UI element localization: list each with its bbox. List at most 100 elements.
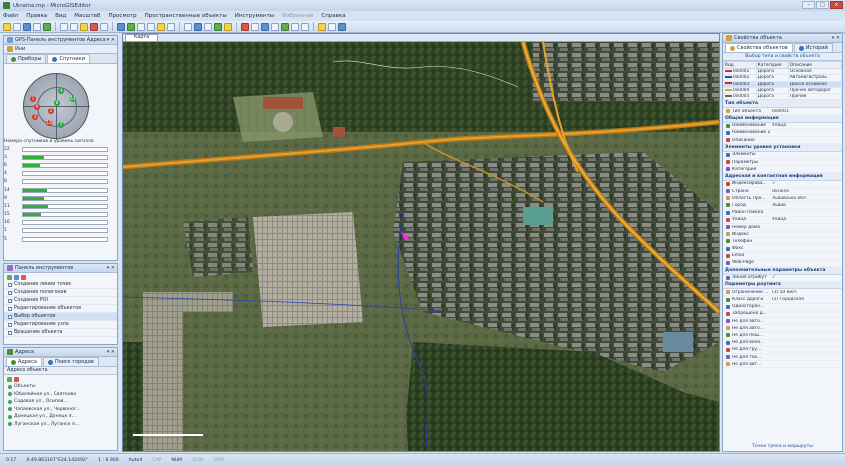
property-row[interactable]: Факс bbox=[723, 245, 842, 253]
toolbar-tool-icon[interactable] bbox=[100, 22, 108, 31]
toolbar-tool-icon[interactable] bbox=[70, 22, 78, 31]
toolbar-tool-icon[interactable] bbox=[204, 22, 212, 31]
toolbar-tool-icon[interactable] bbox=[241, 22, 249, 31]
address-item[interactable]: Чапаевская ул., Червоног... bbox=[4, 406, 117, 414]
property-row[interactable]: Односторон... bbox=[723, 304, 842, 311]
toolbar-tool-icon[interactable] bbox=[338, 22, 346, 31]
property-row[interactable]: Не для гру... bbox=[723, 347, 842, 354]
toolbar-tool-icon[interactable] bbox=[291, 22, 299, 31]
menu-item-7[interactable]: Избранное bbox=[282, 13, 313, 19]
menu-item-2[interactable]: Вид bbox=[55, 13, 66, 19]
tool-item[interactable]: Вращение объекта bbox=[4, 329, 117, 337]
toolbar-tool-icon[interactable] bbox=[184, 22, 192, 31]
panel-pin-close-icon[interactable]: ▾ ✕ bbox=[832, 35, 840, 41]
menu-item-1[interactable]: Правка bbox=[26, 13, 47, 19]
property-value[interactable]: (2) Городская bbox=[772, 297, 842, 302]
menu-item-8[interactable]: Справка bbox=[321, 13, 345, 19]
tab-map[interactable]: Карта bbox=[125, 34, 159, 41]
toolbar-tool-icon[interactable] bbox=[281, 22, 289, 31]
toolbar-tool-icon[interactable] bbox=[80, 22, 88, 31]
toolbar-tool-icon[interactable] bbox=[318, 22, 326, 31]
grid-column-header[interactable]: Код bbox=[723, 61, 757, 69]
tab-satellites[interactable]: Спутники bbox=[47, 54, 90, 63]
tool-item[interactable]: Выбор объектов bbox=[4, 313, 117, 321]
property-value[interactable]: Львовська обл. bbox=[772, 196, 842, 201]
property-value[interactable]: ✓ bbox=[772, 181, 842, 186]
add-address-icon[interactable] bbox=[7, 376, 12, 382]
property-row[interactable]: Индексирова... ✓ bbox=[723, 181, 842, 188]
menu-item-5[interactable]: Пространственные объекты bbox=[145, 13, 227, 19]
tab-city-search[interactable]: Поиск городов bbox=[42, 357, 99, 366]
panel-pin-close-icon[interactable]: ▾ ✕ bbox=[107, 37, 115, 43]
toolbar-tool-icon[interactable] bbox=[117, 22, 125, 31]
toolbar-tool-icon[interactable] bbox=[194, 22, 202, 31]
property-row[interactable]: Город Львов bbox=[723, 202, 842, 210]
toolbar-tool-icon[interactable] bbox=[214, 22, 222, 31]
property-row[interactable]: Запрещено д... bbox=[723, 311, 842, 318]
property-row[interactable]: Не для вело... bbox=[723, 340, 842, 347]
property-row[interactable]: Индекс bbox=[723, 231, 842, 239]
table-row[interactable]: 0x0005 Дорога Прочие bbox=[723, 93, 842, 101]
property-section-header[interactable]: Адресная и контактная информация bbox=[723, 173, 842, 181]
property-section-header[interactable]: Параметры роутинга bbox=[723, 281, 842, 290]
property-row[interactable]: Описание bbox=[723, 137, 842, 145]
address-item[interactable]: Донецкая ул., Донецк я... bbox=[4, 413, 117, 421]
tool-item[interactable]: Создание линии точек bbox=[4, 281, 117, 289]
minimize-button[interactable]: – bbox=[802, 1, 815, 9]
tab-addresses[interactable]: Адреса bbox=[6, 357, 42, 366]
toolbar-tool-icon[interactable] bbox=[127, 22, 135, 31]
track-points-link[interactable]: Точки трека и маршруты bbox=[723, 444, 842, 449]
toolbar-tool-icon[interactable] bbox=[301, 22, 309, 31]
toolbar-tool-icon[interactable] bbox=[261, 22, 269, 31]
grid-column-header[interactable]: Описание bbox=[787, 61, 842, 69]
toolbar-tool-icon[interactable] bbox=[224, 22, 232, 31]
property-section-header[interactable]: Общая информация bbox=[723, 115, 842, 123]
property-value[interactable]: Ukraine bbox=[772, 189, 842, 194]
tool-item[interactable]: Создание полигонов bbox=[4, 289, 117, 297]
property-value[interactable]: 0x0001 bbox=[772, 109, 842, 114]
toolbar-tool-icon[interactable] bbox=[23, 22, 31, 31]
tool-item[interactable]: Редактирование объектов bbox=[4, 305, 117, 313]
toolbar-tool-icon[interactable] bbox=[13, 22, 21, 31]
property-row[interactable]: Web-Page bbox=[723, 260, 842, 268]
tool-c-icon[interactable] bbox=[21, 274, 26, 280]
property-section-header[interactable]: Дополнительные параметры объекта bbox=[723, 267, 842, 275]
property-section-header[interactable]: Тип объекта bbox=[723, 100, 842, 108]
toolbar-tool-icon[interactable] bbox=[137, 22, 145, 31]
property-row[interactable]: Класс дороги (2) Городская bbox=[723, 296, 842, 304]
address-item[interactable]: Юбилейная ул., Святково bbox=[4, 391, 117, 399]
address-item[interactable]: Садовая ул., Осипов... bbox=[4, 398, 117, 406]
property-row[interactable]: Категория bbox=[723, 166, 842, 174]
property-section-header[interactable]: Элементы уровня установки bbox=[723, 144, 842, 152]
toolbar-tool-icon[interactable] bbox=[271, 22, 279, 31]
property-row[interactable]: Тип объекта 0x0001 bbox=[723, 108, 842, 116]
property-row[interactable]: Не для так... bbox=[723, 354, 842, 362]
property-row[interactable]: Элементы bbox=[723, 152, 842, 159]
toolbar-tool-icon[interactable] bbox=[251, 22, 259, 31]
property-value[interactable]: ✓ bbox=[772, 275, 842, 280]
maximize-button[interactable]: □ bbox=[816, 1, 829, 9]
toolbar-tool-icon[interactable] bbox=[60, 22, 68, 31]
menu-item-0[interactable]: Файл bbox=[3, 13, 18, 19]
toolbar-tool-icon[interactable] bbox=[90, 22, 98, 31]
property-value[interactable]: Улица bbox=[772, 123, 842, 128]
toolbar-tool-icon[interactable] bbox=[3, 22, 11, 31]
tab-devices[interactable]: Приборы bbox=[6, 54, 47, 63]
property-row[interactable]: Не для авто... bbox=[723, 325, 842, 333]
property-value[interactable]: Улица bbox=[772, 217, 842, 222]
toolbar-tool-icon[interactable] bbox=[328, 22, 336, 31]
property-row[interactable]: Параметры bbox=[723, 159, 842, 167]
property-value[interactable]: (3) 50 км/ч bbox=[772, 290, 842, 295]
property-row[interactable]: Не для авто... bbox=[723, 318, 842, 326]
panel-pin-close-icon[interactable]: ▾ ✕ bbox=[107, 265, 115, 271]
property-row[interactable]: Телефон bbox=[723, 238, 842, 246]
satellite-map[interactable] bbox=[123, 42, 719, 451]
tab-history[interactable]: Историй bbox=[793, 43, 833, 52]
property-row[interactable]: Номер дома bbox=[723, 224, 842, 232]
tool-a-icon[interactable] bbox=[7, 274, 12, 280]
property-row[interactable]: Не для пеш... bbox=[723, 332, 842, 340]
grid-column-header[interactable]: Категория bbox=[755, 61, 789, 69]
property-row[interactable]: Наименование 2 bbox=[723, 130, 842, 138]
address-item[interactable]: Луганская ул., Луганск я... bbox=[4, 421, 117, 429]
panel-pin-close-icon[interactable]: ▾ ✕ bbox=[107, 349, 115, 355]
